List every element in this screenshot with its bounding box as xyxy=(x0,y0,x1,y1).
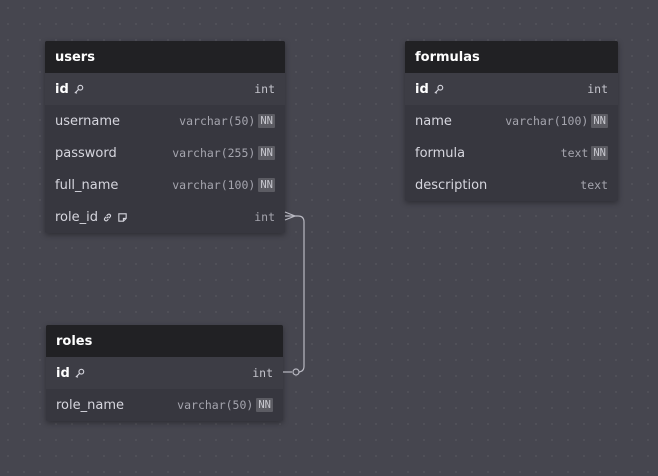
relationship-connector[interactable] xyxy=(0,0,658,476)
optional-one-marker xyxy=(292,368,300,376)
relationship-line xyxy=(285,215,305,373)
